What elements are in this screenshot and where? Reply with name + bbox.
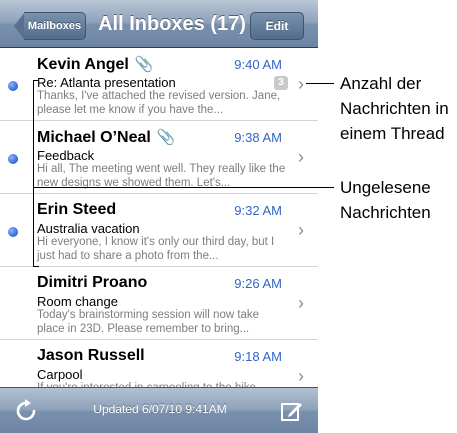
chevron-right-icon: › (298, 366, 304, 386)
update-status: Updated 6/07/10 9:41AM (93, 402, 227, 416)
callout-pointer-unread (33, 187, 334, 188)
message-preview: Hi everyone, I know it's only our third … (37, 236, 275, 262)
message-time: 9:40 AM (234, 57, 282, 72)
message-sender: Michael O’Neal 📎 (37, 129, 176, 146)
mailboxes-back-label: Mailboxes (24, 12, 86, 40)
thread-count-badge: 3 (274, 76, 288, 90)
message-preview: Hi all, The meeting went well. They real… (37, 163, 286, 189)
message-row[interactable]: Dimitri Proano 9:26 AM Room change Today… (0, 267, 318, 340)
callout-bracket-unread (33, 80, 34, 267)
message-time: 9:38 AM (234, 130, 282, 145)
message-subject: Re: Atlanta presentation (37, 75, 176, 90)
message-subject: Feedback (37, 148, 95, 163)
chevron-right-icon: › (298, 293, 304, 313)
unread-dot-icon (8, 154, 18, 164)
callout-line-1: Ungelesene (340, 178, 431, 197)
message-time: 9:18 AM (234, 349, 282, 364)
compose-icon[interactable] (280, 399, 304, 423)
chevron-right-icon: › (298, 147, 304, 167)
message-row[interactable]: Kevin Angel 📎 9:40 AM Re: Atlanta present… (0, 48, 318, 121)
callout-line-1: Anzahl der (340, 74, 422, 93)
message-preview: Today's brainstorming session will now t… (37, 309, 260, 335)
callout-bracket-bottom (33, 266, 39, 267)
callout-unread: Ungelesene Nachrichten (340, 175, 431, 225)
message-subject: Australia vacation (37, 221, 140, 236)
chevron-right-icon: › (298, 220, 304, 240)
callout-line-2: Nachrichten (340, 203, 431, 222)
callout-pointer-thread (306, 83, 334, 84)
paperclip-icon: 📎 (156, 129, 176, 146)
message-sender: Dimitri Proano (37, 274, 148, 291)
message-preview: Thanks, I've attached the revised versio… (37, 90, 281, 116)
callout-bracket-top (33, 80, 39, 81)
paperclip-icon: 📎 (134, 56, 154, 73)
unread-dot-icon (8, 227, 18, 237)
callout-line-3: einem Thread (340, 124, 445, 143)
bottom-toolbar: Updated 6/07/10 9:41AM (0, 387, 318, 433)
edit-button[interactable]: Edit (250, 12, 304, 40)
message-time: 9:32 AM (234, 203, 282, 218)
message-subject: Carpool (37, 367, 83, 382)
navigation-bar: Mailboxes All Inboxes (17) Edit (0, 0, 318, 48)
page-title: All Inboxes (17) (98, 13, 246, 35)
message-subject: Room change (37, 294, 118, 309)
refresh-icon[interactable] (14, 399, 38, 423)
chevron-right-icon: › (298, 74, 304, 94)
message-row[interactable]: Jason Russell 9:18 AM Carpool If you're … (0, 340, 318, 391)
message-time: 9:26 AM (234, 276, 282, 291)
message-row[interactable]: Michael O’Neal 📎 9:38 AM Feedback Hi all,… (0, 121, 318, 194)
callout-thread-count: Anzahl der Nachrichten in einem Thread (340, 71, 449, 146)
callout-line-2: Nachrichten in (340, 99, 449, 118)
message-row[interactable]: Erin Steed 9:32 AM Australia vacation Hi… (0, 194, 318, 267)
unread-dot-icon (8, 81, 18, 91)
message-sender: Jason Russell (37, 347, 145, 364)
mailboxes-back-button[interactable]: Mailboxes (14, 12, 86, 40)
message-sender: Kevin Angel 📎 (37, 56, 154, 73)
message-sender: Erin Steed (37, 201, 117, 218)
mail-app-screen: Mailboxes All Inboxes (17) Edit Kevin An… (0, 0, 318, 433)
